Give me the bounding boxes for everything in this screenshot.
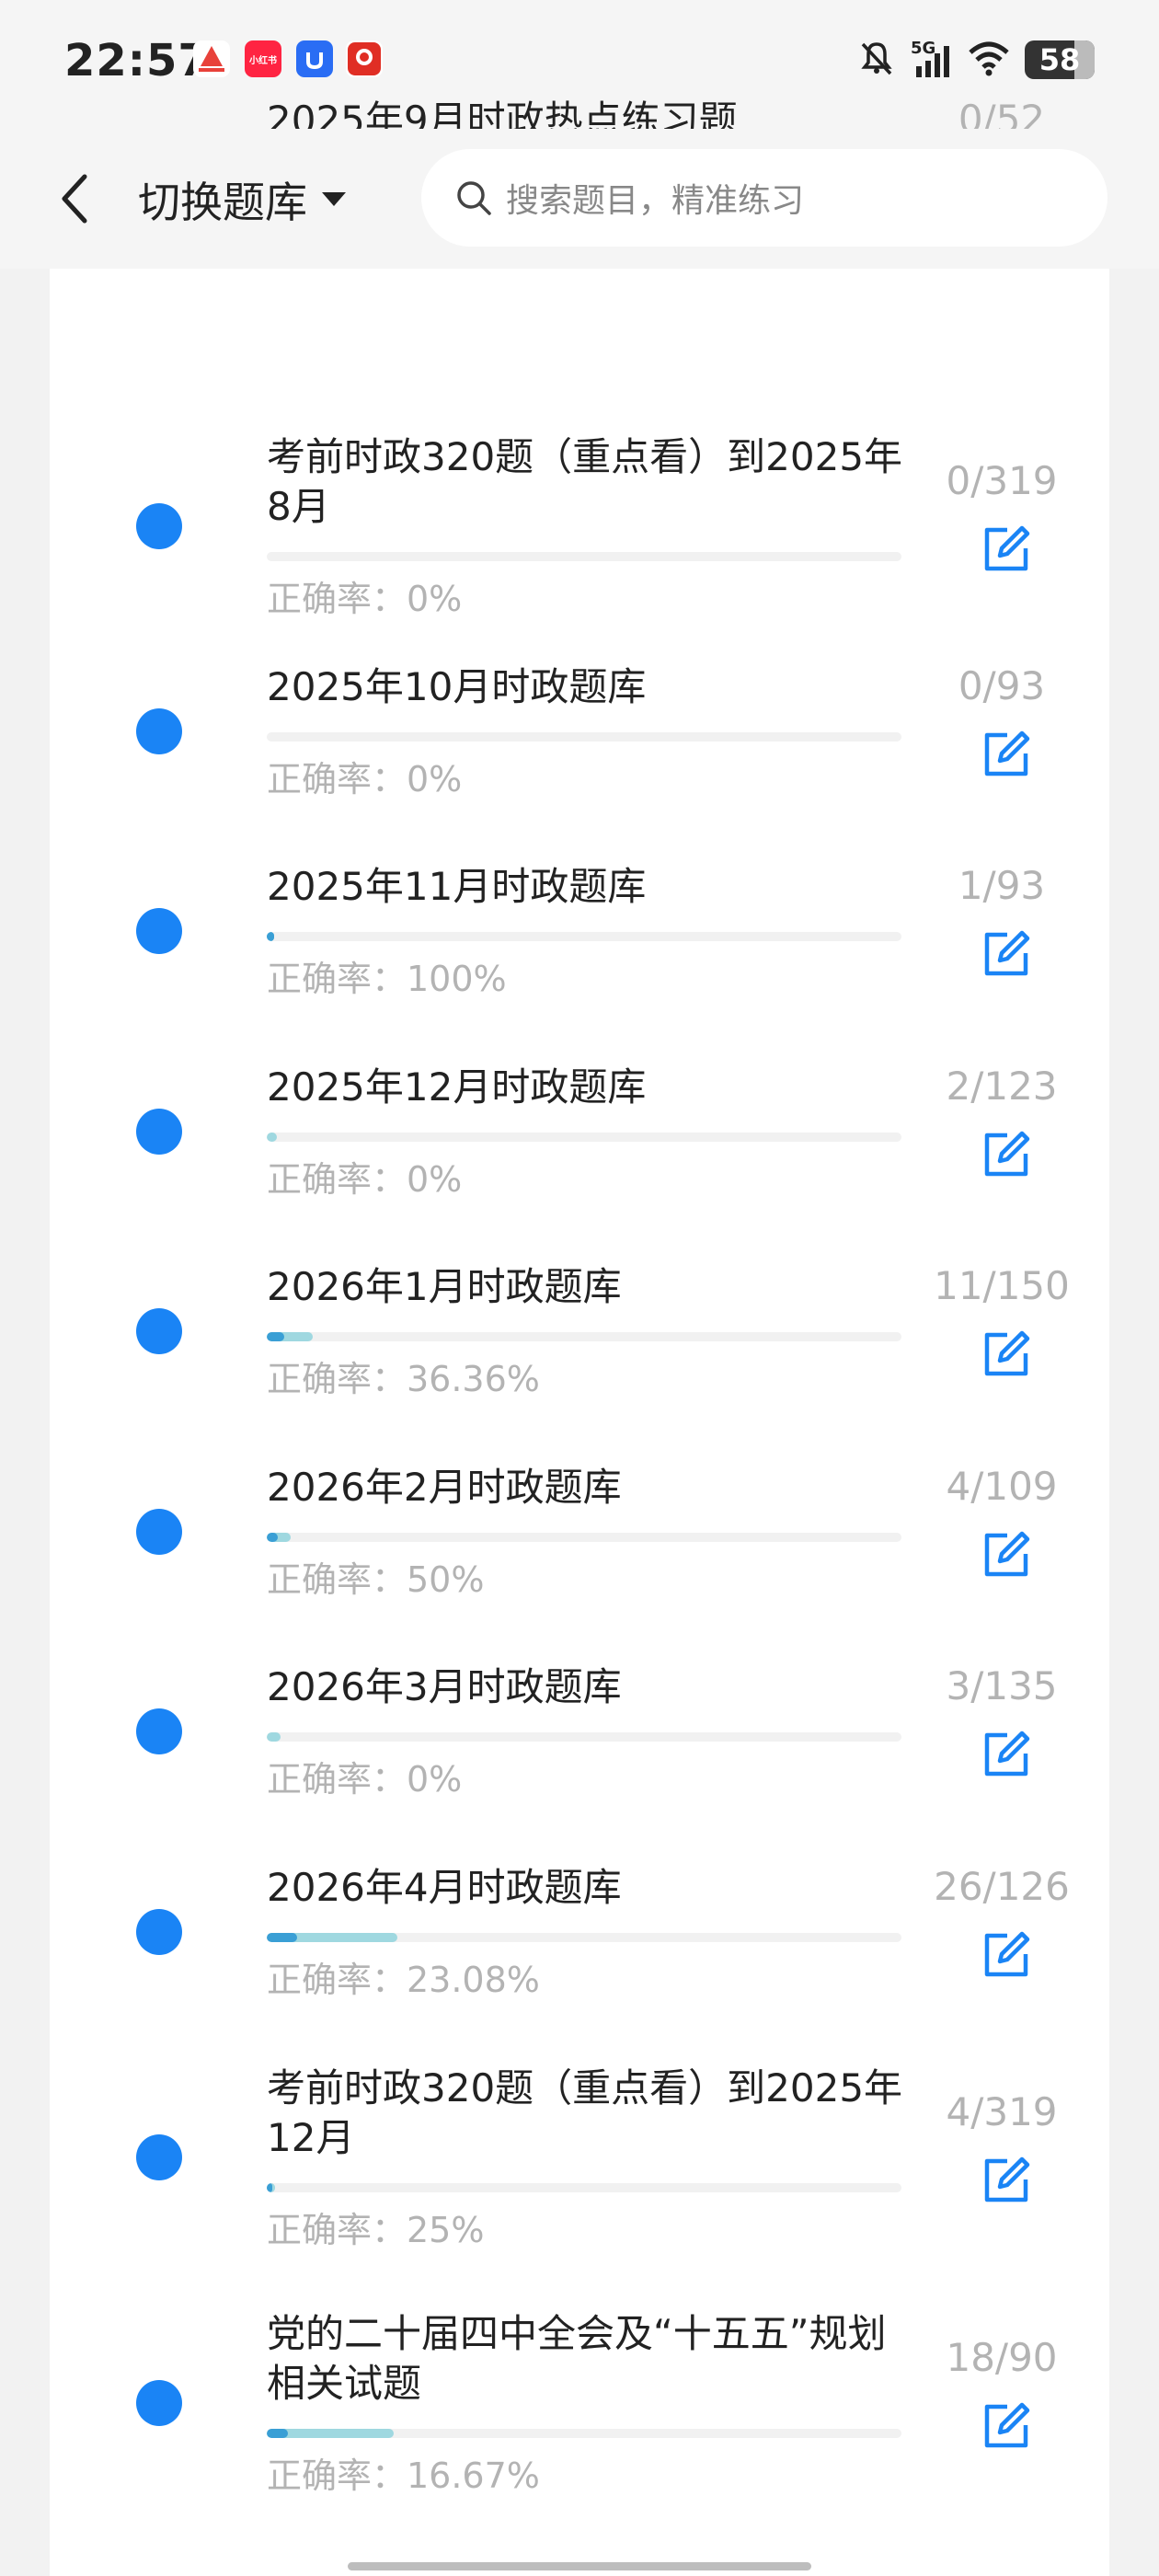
- edit-icon: [984, 1931, 1030, 1977]
- question-bank-card: 2025年9月时政热点练习题正确率：0%0/52考前时政320题（重点看）到20…: [50, 97, 1109, 2576]
- progress-bar: [267, 732, 901, 742]
- progress-bar: [267, 1533, 901, 1542]
- edit-icon: [984, 730, 1030, 776]
- status-dot: [136, 1109, 182, 1155]
- bank-title: 考前时政320题（重点看）到2025年8月: [267, 434, 903, 529]
- bank-title: 2026年1月时政题库: [267, 1264, 622, 1309]
- accuracy-text: 正确率：0%: [267, 1159, 463, 1200]
- progress-count: 2/123: [946, 1064, 1058, 1109]
- progress-bar: [267, 1933, 901, 1942]
- edit-icon: [984, 930, 1030, 976]
- edit-icon: [984, 1330, 1030, 1376]
- progress-correct: [267, 1933, 298, 1942]
- accuracy-text: 正确率：0%: [267, 759, 463, 799]
- edit-icon: [984, 1731, 1030, 1777]
- progress-count: 4/319: [946, 2089, 1058, 2134]
- home-indicator: [348, 2562, 811, 2570]
- progress-count: 3/135: [946, 1663, 1058, 1708]
- search-input[interactable]: 搜索题目，精准练习: [421, 149, 1107, 247]
- wifi-icon: [968, 40, 1010, 80]
- bank-title: 2025年11月时政题库: [267, 864, 647, 909]
- search-icon: [457, 181, 491, 215]
- app-icon-blue: [296, 40, 333, 77]
- accuracy-text: 正确率：50%: [267, 1559, 485, 1600]
- accuracy-text: 正确率：16.67%: [267, 2455, 540, 2496]
- progress-bar: [267, 2429, 901, 2438]
- progress-bar: [267, 932, 901, 941]
- chevron-left-icon: [62, 174, 87, 224]
- practice-button[interactable]: [980, 1728, 1033, 1781]
- progress-count: 4/109: [946, 1464, 1058, 1509]
- status-dot: [136, 1909, 182, 1955]
- progress-bar: [267, 1133, 901, 1142]
- switch-bank-label: 切换题库: [138, 178, 307, 227]
- accuracy-text: 正确率：100%: [267, 959, 507, 999]
- back-button[interactable]: [46, 166, 101, 232]
- status-dot: [136, 2380, 182, 2426]
- edit-icon: [984, 1131, 1030, 1177]
- practice-button[interactable]: [980, 1328, 1033, 1381]
- progress-count: 1/93: [958, 863, 1046, 908]
- status-dot: [136, 1708, 182, 1754]
- bank-title: 2025年10月时政题库: [267, 664, 647, 709]
- accuracy-text: 正确率：25%: [267, 2210, 485, 2250]
- edit-icon: [984, 1531, 1030, 1577]
- progress-bar: [267, 2183, 901, 2192]
- bank-title: 2026年4月时政题库: [267, 1865, 622, 1910]
- edit-icon: [984, 2402, 1030, 2448]
- battery-indicator: 58: [1025, 40, 1095, 79]
- progress-correct: [267, 1533, 279, 1542]
- progress-count: 0/93: [958, 663, 1046, 708]
- signal-5g-icon: 5G: [911, 39, 953, 79]
- practice-button[interactable]: [980, 1128, 1033, 1181]
- progress-count: 0/319: [946, 458, 1058, 503]
- edit-icon: [984, 2156, 1030, 2202]
- practice-button[interactable]: [980, 1528, 1033, 1581]
- practice-button[interactable]: [980, 2399, 1033, 2453]
- app-icon-pinduoduo: [346, 40, 383, 77]
- top-bar: 切换题库 搜索题目，精准练习: [0, 129, 1159, 269]
- accuracy-text: 正确率：0%: [267, 579, 463, 619]
- bank-title: 2026年2月时政题库: [267, 1465, 622, 1510]
- search-placeholder: 搜索题目，精准练习: [506, 182, 805, 220]
- progress-answered: [267, 1133, 278, 1142]
- practice-button[interactable]: [980, 1928, 1033, 1982]
- progress-correct: [267, 1332, 284, 1341]
- progress-bar: [267, 1732, 901, 1742]
- practice-button[interactable]: [980, 728, 1033, 781]
- progress-correct: [267, 2429, 288, 2438]
- practice-button[interactable]: [980, 523, 1033, 576]
- accuracy-text: 正确率：23.08%: [267, 1960, 540, 2000]
- progress-correct: [267, 2183, 272, 2192]
- status-dot: [136, 2134, 182, 2180]
- practice-button[interactable]: [980, 2154, 1033, 2207]
- status-dot: [136, 908, 182, 954]
- status-dot: [136, 503, 182, 549]
- bank-title: 2026年3月时政题库: [267, 1664, 622, 1709]
- bank-title: 考前时政320题（重点看）到2025年12月: [267, 2065, 903, 2160]
- bank-title: 党的二十届四中全会及“十五五”规划相关试题: [267, 2311, 887, 2406]
- bank-title: 2025年12月时政题库: [267, 1064, 647, 1110]
- status-dot: [136, 1308, 182, 1354]
- edit-icon: [984, 525, 1030, 571]
- app-icon-xiaohongshu: 小红书: [245, 40, 281, 77]
- status-time: 22:57: [64, 35, 210, 86]
- progress-bar: [267, 552, 901, 561]
- status-dot: [136, 708, 182, 754]
- progress-correct: [267, 932, 274, 941]
- progress-count: 26/126: [934, 1864, 1070, 1909]
- progress-count: 18/90: [946, 2335, 1058, 2380]
- progress-answered: [267, 1732, 281, 1742]
- progress-bar: [267, 1332, 901, 1341]
- system-icons: 5G 58: [857, 37, 1095, 83]
- switch-bank-dropdown[interactable]: 切换题库: [138, 167, 348, 232]
- accuracy-text: 正确率：0%: [267, 1759, 463, 1800]
- accuracy-text: 正确率：36.36%: [267, 1359, 540, 1399]
- status-dot: [136, 1509, 182, 1555]
- bell-muted-icon: [857, 39, 896, 81]
- caret-down-icon: [322, 192, 346, 206]
- progress-count: 11/150: [934, 1263, 1070, 1308]
- app-icon-red-ship: [193, 40, 230, 77]
- practice-button[interactable]: [980, 927, 1033, 981]
